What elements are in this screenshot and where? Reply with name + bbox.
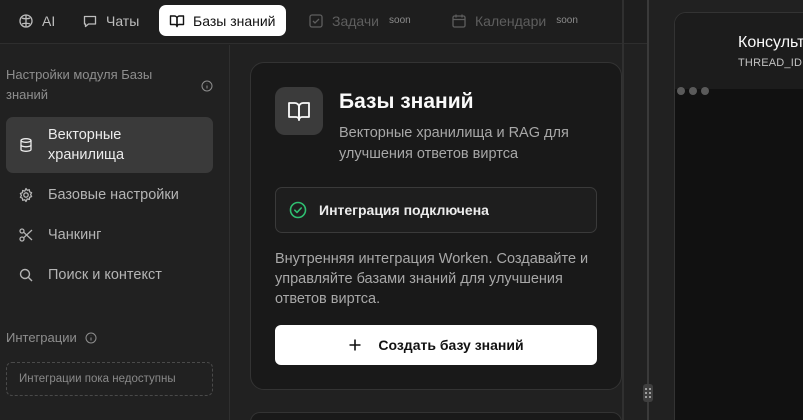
sidebar-item-label: Векторные хранилища — [48, 127, 125, 163]
tab-tasks[interactable]: Задачи soon — [298, 5, 421, 36]
tab-label: Базы знаний — [193, 12, 276, 29]
settings-sidebar: Настройки модуля Базы знаний Векторные х… — [0, 45, 229, 420]
next-card — [250, 412, 622, 420]
typing-indicator — [677, 87, 709, 95]
sidebar-item-base-settings[interactable]: Базовые настройки — [6, 185, 213, 205]
knowledge-base-logo — [275, 87, 323, 135]
info-icon[interactable] — [85, 332, 97, 344]
tab-ai[interactable]: AI — [8, 5, 65, 36]
check-circle-icon — [289, 201, 307, 219]
sidebar-item-chunking[interactable]: Чанкинг — [6, 225, 213, 245]
module-tabbar: AI Чаты Базы знаний Задачи soon Календар… — [0, 0, 648, 44]
tab-label: AI — [42, 12, 56, 29]
chat-preview-header: Консульт THREAD_ID — [675, 13, 803, 89]
integrations-heading-label: Интеграции — [6, 330, 77, 345]
book-open-icon — [169, 13, 185, 29]
tab-label: Задачи — [332, 12, 380, 29]
card-description: Внутренняя интеграция Worken. Создавайте… — [275, 251, 589, 307]
tab-label: Чаты — [106, 12, 140, 29]
gear-icon — [18, 187, 34, 203]
tab-label: Календари — [475, 12, 547, 29]
chat-title: Консульт — [738, 34, 803, 51]
chat-icon — [82, 13, 98, 29]
integrations-empty-state: Интеграции пока недоступны — [6, 362, 213, 396]
card-subtitle: Векторные хранилища и RAG для улучшения … — [339, 125, 569, 162]
integration-status: Интеграция подключена — [275, 187, 597, 233]
soon-badge: soon — [556, 15, 578, 26]
status-label: Интеграция подключена — [319, 202, 489, 218]
chat-preview-panel: Консульт THREAD_ID — [674, 12, 803, 420]
info-icon[interactable] — [201, 80, 213, 92]
scissors-icon — [18, 227, 34, 243]
resize-handle[interactable] — [643, 384, 653, 402]
brain-icon — [18, 13, 34, 29]
integrations-heading: Интеграции — [6, 330, 97, 345]
sidebar-item-label: Поиск и контекст — [48, 267, 162, 283]
book-open-icon — [287, 99, 311, 123]
checkbox-icon — [308, 13, 324, 29]
search-icon — [18, 267, 34, 283]
thread-id: THREAD_ID — [738, 57, 803, 69]
sidebar-divider — [229, 45, 230, 420]
sidebar-item-label: Базовые настройки — [48, 187, 179, 203]
panel-divider — [647, 0, 649, 420]
sidebar-item-label: Чанкинг — [48, 227, 102, 243]
plus-icon — [348, 338, 362, 352]
button-label: Создать базу знаний — [378, 337, 524, 353]
sidebar-item-search-context[interactable]: Поиск и контекст — [6, 265, 213, 285]
calendar-icon — [451, 13, 467, 29]
tab-chats[interactable]: Чаты — [72, 5, 149, 36]
tab-knowledge-bases[interactable]: Базы знаний — [159, 5, 286, 36]
sidebar-heading: Настройки модуля Базы знаний — [6, 67, 153, 102]
knowledge-base-card: Базы знаний Векторные хранилища и RAG дл… — [250, 62, 622, 390]
create-knowledge-base-button[interactable]: Создать базу знаний — [275, 325, 597, 365]
sidebar-item-vector-stores[interactable]: Векторные хранилища — [6, 117, 213, 173]
tab-calendars[interactable]: Календари soon — [441, 5, 588, 36]
soon-badge: soon — [389, 15, 411, 26]
main-scrollbar[interactable] — [622, 0, 624, 420]
database-icon — [18, 137, 34, 153]
card-title: Базы знаний — [339, 90, 474, 113]
